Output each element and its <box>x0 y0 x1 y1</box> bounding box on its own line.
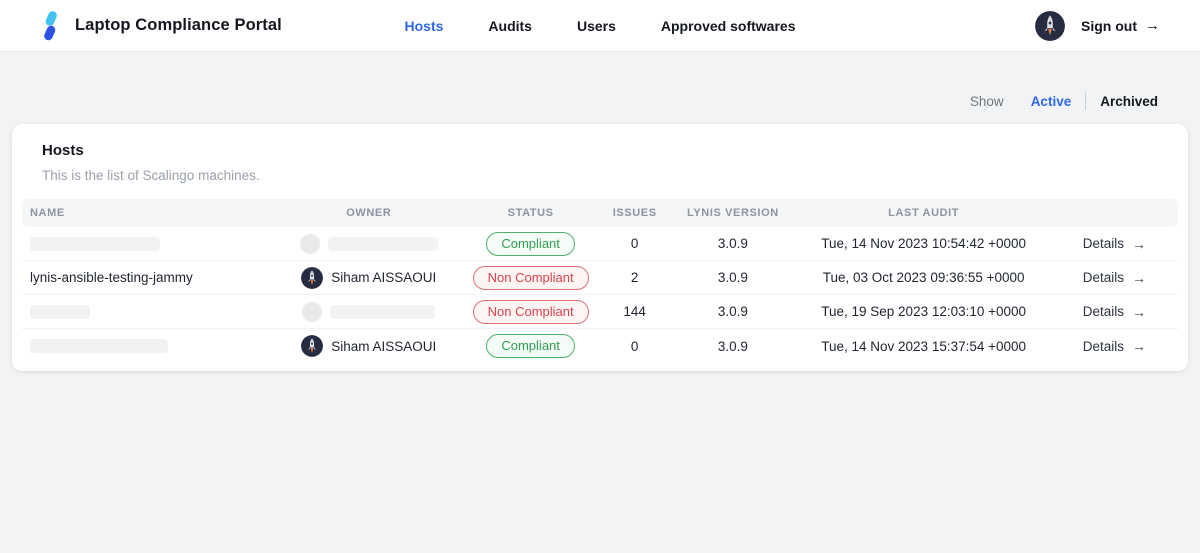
hosts-table: Name Owner Status Issues Lynis version L… <box>22 199 1178 363</box>
details-cell: Details → <box>1051 236 1178 252</box>
status-cell: Non Compliant <box>461 265 600 290</box>
hosts-card-header: Hosts This is the list of Scalingo machi… <box>12 142 1188 199</box>
arrow-right-icon: → <box>1132 338 1147 354</box>
app-logo-icon <box>44 10 57 40</box>
show-label: Show <box>969 93 1004 109</box>
arrow-right-icon: → <box>1145 17 1160 34</box>
show-filter: Show Active Archived <box>0 91 1200 111</box>
status-badge: Compliant <box>486 231 575 256</box>
account-area: Sign out → <box>1035 10 1160 41</box>
status-badge: Non Compliant <box>472 265 589 290</box>
redacted-avatar-placeholder <box>299 233 320 254</box>
redacted-name-placeholder <box>30 236 160 251</box>
header-status: Status <box>507 207 554 219</box>
rocket-avatar-icon <box>1035 10 1065 41</box>
details-label: Details <box>1082 270 1125 285</box>
app-title: Laptop Compliance Portal <box>75 16 282 34</box>
filter-divider <box>1085 92 1087 110</box>
last-audit-cell: Tue, 03 Oct 2023 09:36:55 +0000 <box>822 270 1025 285</box>
filter-option-archived[interactable]: Archived <box>1100 94 1158 109</box>
host-name-cell <box>22 304 276 319</box>
details-label: Details <box>1082 236 1125 251</box>
redacted-owner-placeholder <box>330 304 436 319</box>
details-link[interactable]: Details → <box>1083 236 1146 252</box>
owner-name: Siham AISSAOUI <box>331 338 437 354</box>
header-name: Name <box>30 207 65 219</box>
status-badge: Compliant <box>486 334 575 358</box>
table-row: Siham AISSAOUI Compliant 0 3.0.9 Tue, 14… <box>22 329 1178 363</box>
details-link[interactable]: Details → <box>1083 270 1146 286</box>
nav-item-audits[interactable]: Audits <box>488 18 532 34</box>
status-cell: Compliant <box>461 334 600 358</box>
status-cell: Non Compliant <box>461 299 600 324</box>
lynis-version-cell: 3.0.9 <box>717 270 748 285</box>
top-navbar: Laptop Compliance Portal Hosts Audits Us… <box>0 0 1200 52</box>
redacted-owner-placeholder <box>327 236 438 251</box>
arrow-right-icon: → <box>1132 303 1147 320</box>
rocket-avatar-icon <box>301 266 324 289</box>
header-owner: Owner <box>346 207 392 219</box>
last-audit-cell: Tue, 14 Nov 2023 10:54:42 +0000 <box>821 236 1027 251</box>
main-nav: Hosts Audits Users Approved softwares <box>405 18 796 34</box>
owner-cell: Siham AISSAOUI <box>276 266 461 289</box>
nav-item-users[interactable]: Users <box>577 18 616 34</box>
brand: Laptop Compliance Portal <box>37 10 282 42</box>
table-header-row: Name Owner Status Issues Lynis version L… <box>22 199 1178 227</box>
last-audit-cell: Tue, 14 Nov 2023 15:37:54 +0000 <box>821 338 1027 354</box>
issues-cell: 0 <box>630 236 639 251</box>
redacted-name-placeholder <box>30 339 168 353</box>
table-row: lynis-ansible-testing-jammy Siham AISSAO… <box>22 261 1178 295</box>
host-name-cell <box>22 236 276 251</box>
details-cell: Details → <box>1051 338 1178 354</box>
lynis-version-cell: 3.0.9 <box>717 304 748 319</box>
host-name-cell: lynis-ansible-testing-jammy <box>22 270 276 285</box>
details-cell: Details → <box>1051 304 1178 320</box>
issues-cell: 2 <box>630 270 639 285</box>
hosts-card: Hosts This is the list of Scalingo machi… <box>12 124 1188 371</box>
header-lynis-version: Lynis version <box>687 207 779 219</box>
nav-item-hosts[interactable]: Hosts <box>405 18 444 34</box>
sign-out-label: Sign out <box>1081 17 1137 34</box>
details-label: Details <box>1082 304 1125 319</box>
owner-cell <box>276 233 461 254</box>
table-body: Compliant 0 3.0.9 Tue, 14 Nov 2023 10:54… <box>22 227 1178 363</box>
owner-avatar <box>301 335 324 357</box>
sign-out-button[interactable]: Sign out → <box>1081 17 1160 34</box>
owner-avatar <box>301 266 324 289</box>
header-last-audit: Last audit <box>888 207 960 219</box>
issues-cell: 144 <box>623 304 646 319</box>
details-link[interactable]: Details → <box>1083 304 1146 320</box>
user-avatar[interactable] <box>1035 10 1065 41</box>
arrow-right-icon: → <box>1132 235 1147 252</box>
table-row: Non Compliant 144 3.0.9 Tue, 19 Sep 2023… <box>22 295 1178 329</box>
redacted-name-placeholder <box>30 304 90 319</box>
nav-item-approved-softwares[interactable]: Approved softwares <box>661 18 796 34</box>
lynis-version-cell: 3.0.9 <box>717 338 748 354</box>
last-audit-cell: Tue, 19 Sep 2023 12:03:10 +0000 <box>821 304 1027 319</box>
rocket-avatar-icon <box>301 335 324 357</box>
host-name: lynis-ansible-testing-jammy <box>30 270 193 285</box>
arrow-right-icon: → <box>1132 269 1147 286</box>
host-name-cell <box>22 339 276 353</box>
page-subtitle: This is the list of Scalingo machines. <box>42 168 260 183</box>
status-badge: Non Compliant <box>472 299 589 324</box>
lynis-version-cell: 3.0.9 <box>717 236 748 251</box>
header-issues: Issues <box>612 207 657 219</box>
issues-cell: 0 <box>630 338 639 354</box>
owner-cell: Siham AISSAOUI <box>276 335 461 357</box>
redacted-avatar-placeholder <box>302 301 323 322</box>
details-link[interactable]: Details → <box>1083 338 1146 354</box>
table-row: Compliant 0 3.0.9 Tue, 14 Nov 2023 10:54… <box>22 227 1178 261</box>
owner-cell <box>276 301 461 322</box>
details-cell: Details → <box>1051 270 1178 286</box>
owner-name: Siham AISSAOUI <box>331 270 437 285</box>
filter-option-active[interactable]: Active <box>1031 94 1072 109</box>
page-title: Hosts <box>42 142 84 159</box>
details-label: Details <box>1082 338 1125 354</box>
status-cell: Compliant <box>461 231 600 256</box>
